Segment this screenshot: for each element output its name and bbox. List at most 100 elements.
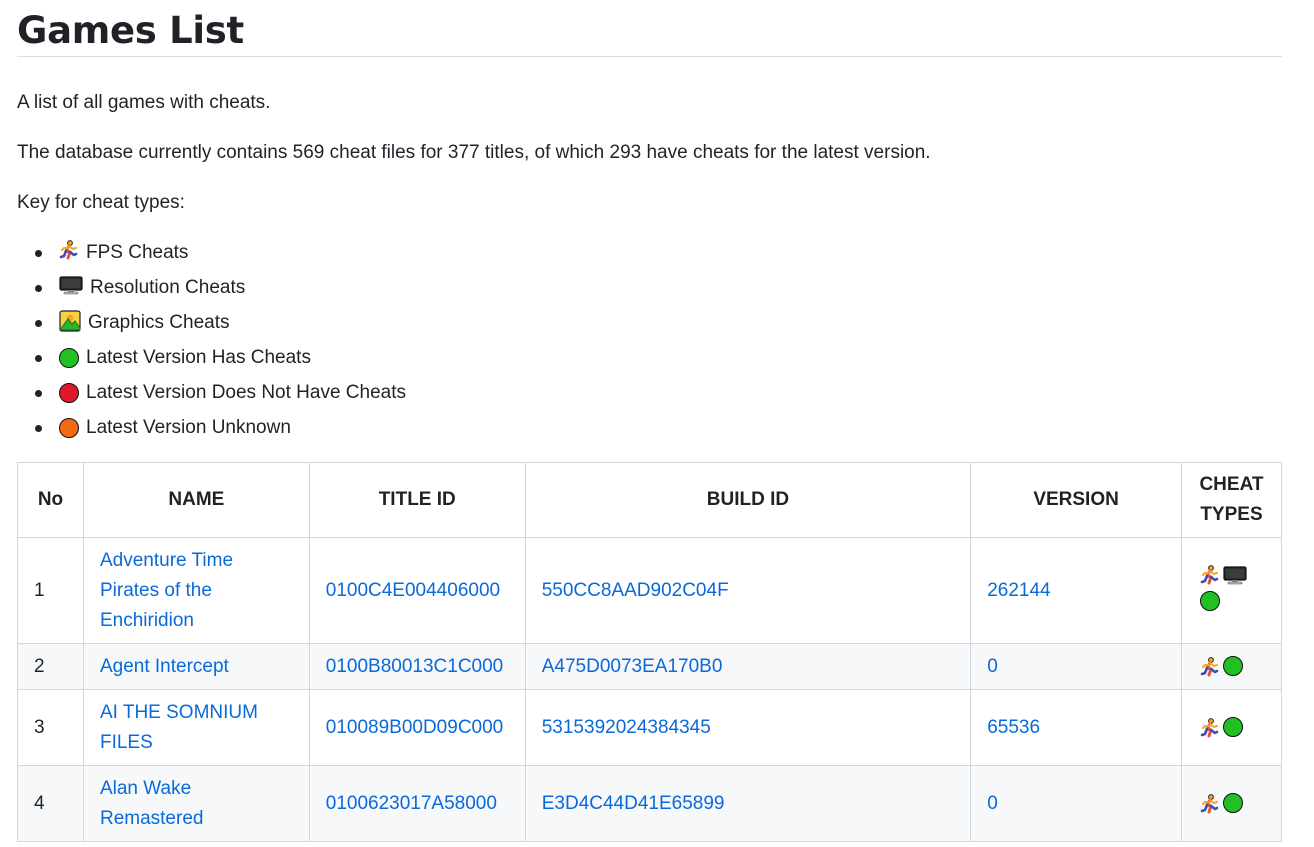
cell-build-id: A475D0073EA170B0 [524,643,972,690]
runner-icon [1200,717,1220,738]
mountain-icon [59,310,81,332]
game-name-link[interactable]: Alan Wake Remastered [100,778,204,829]
table-row: 1 Adventure Time Pirates of the Enchiridio… [17,537,1283,644]
cell-build-id: 5315392024384345 [524,689,972,766]
bullet [35,355,42,362]
name-line: Adventure Time [99,549,234,571]
bullet [35,250,42,257]
cell-version: 262144 [970,537,1182,644]
key-label: Latest Version Has Cheats [86,347,311,368]
runner-icon [1200,793,1220,814]
key-item-latest-unknown: Latest Version Unknown [17,415,406,450]
cell-no: 4 [17,765,84,842]
build-id-link[interactable]: A475D0073EA170B0 [542,656,723,677]
name-line: AI THE SOMNIUM [99,701,258,723]
cell-build-id: E3D4C44D41E65899 [524,765,972,842]
cheat-type-icons [1200,652,1260,682]
cell-name: Agent Intercept [82,643,310,690]
name-line: Enchiridion [99,609,194,631]
stats-text: The database currently contains 569 chea… [17,142,931,163]
name-line: Agent Intercept [99,655,229,677]
intro-text: A list of all games with cheats. [17,92,271,113]
cheat-type-key-list: FPS Cheats Resolution Cheats Graphics Ch… [17,240,406,450]
green-circle-icon [1222,652,1243,682]
header-cheat-types-line1: CHEAT [1199,474,1264,495]
name-line: Remastered [99,807,204,829]
header-build-id[interactable]: BUILD ID [524,462,972,538]
cheat-type-icons [1200,789,1260,819]
table-header-row: No NAME TITLE ID BUILD ID VERSION CHEAT … [17,462,1283,538]
game-name-link[interactable]: Agent Intercept [100,656,229,677]
version-link[interactable]: 0 [987,793,998,814]
green-circle-icon [1222,713,1243,743]
cell-title-id: 010089B00D09C000 [308,689,526,766]
runner-icon [1200,656,1220,677]
cell-name: Adventure Time Pirates of the Enchiridion [82,537,310,644]
cell-build-id: 550CC8AAD902C04F [524,537,972,644]
key-label: Resolution Cheats [90,277,246,298]
monitor-icon [1223,565,1247,585]
cell-cheat-types [1180,537,1283,644]
build-id-link[interactable]: 550CC8AAD902C04F [542,580,729,601]
bullet [35,320,42,327]
header-version[interactable]: VERSION [970,462,1182,538]
title-id-link[interactable]: 0100B80013C1C000 [326,656,504,677]
key-heading: Key for cheat types: [17,192,185,213]
name-line: FILES [99,731,153,753]
table-row: 4 Alan Wake Remastered 0100623017A58000 E… [17,765,1283,842]
bullet [35,425,42,432]
header-no[interactable]: No [17,462,84,538]
cell-cheat-types [1180,765,1283,842]
cell-title-id: 0100623017A58000 [308,765,526,842]
table-row: 2 Agent Intercept 0100B80013C1C000 A475D… [17,643,1283,690]
cell-cheat-types [1180,643,1283,690]
runner-icon [1200,564,1220,585]
cell-no: 3 [17,689,84,766]
key-item-graphics: Graphics Cheats [17,310,406,345]
header-name[interactable]: NAME [82,462,310,538]
bullet [35,285,42,292]
green-circle-icon [59,345,79,371]
cell-no: 2 [17,643,84,690]
cheat-type-icons [1199,564,1260,617]
green-circle-icon [1222,789,1243,819]
cell-title-id: 0100B80013C1C000 [308,643,526,690]
cell-version: 0 [970,643,1182,690]
cheat-type-icons [1200,713,1260,743]
key-item-fps: FPS Cheats [17,240,406,275]
title-id-link[interactable]: 010089B00D09C000 [326,717,504,738]
cell-title-id: 0100C4E004406000 [308,537,526,644]
green-circle-icon [1199,587,1220,617]
key-label: Latest Version Unknown [86,417,291,438]
key-label: FPS Cheats [86,242,189,263]
version-link[interactable]: 262144 [987,580,1050,601]
games-table: No NAME TITLE ID BUILD ID VERSION CHEAT … [17,462,1283,842]
header-cheat-types[interactable]: CHEAT TYPES [1180,462,1283,538]
red-circle-icon [59,380,79,406]
cell-cheat-types [1180,689,1283,766]
cell-name: AI THE SOMNIUM FILES [82,689,310,766]
orange-circle-icon [59,415,79,441]
name-line: Alan Wake [99,777,192,799]
key-item-resolution: Resolution Cheats [17,275,406,310]
version-link[interactable]: 65536 [987,717,1040,738]
version-link[interactable]: 0 [987,656,998,677]
key-item-latest-not: Latest Version Does Not Have Cheats [17,380,406,415]
header-title-id[interactable]: TITLE ID [308,462,526,538]
page-title: Games List [17,0,1282,57]
build-id-link[interactable]: 5315392024384345 [542,717,711,738]
cell-version: 65536 [970,689,1182,766]
game-name-link[interactable]: AI THE SOMNIUM FILES [100,702,258,753]
header-cheat-types-line2: TYPES [1200,504,1263,525]
cell-name: Alan Wake Remastered [82,765,310,842]
key-label: Latest Version Does Not Have Cheats [86,382,407,403]
key-item-latest-has: Latest Version Has Cheats [17,345,406,380]
monitor-icon [59,275,83,295]
title-id-link[interactable]: 0100C4E004406000 [326,580,500,601]
name-line: Pirates of the [99,579,212,601]
title-id-link[interactable]: 0100623017A58000 [326,793,497,814]
game-name-link[interactable]: Adventure Time Pirates of the Enchiridion [100,550,233,631]
bullet [35,390,42,397]
page-content: Games List A list of all games with chea… [17,0,1283,842]
build-id-link[interactable]: E3D4C44D41E65899 [542,793,725,814]
